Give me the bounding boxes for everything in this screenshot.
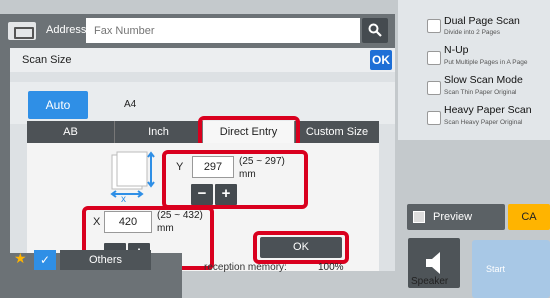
n-up-title[interactable]: N-Up <box>444 44 469 56</box>
others-button[interactable]: Others <box>60 250 151 270</box>
heavy-paper-title[interactable]: Heavy Paper Scan <box>444 104 532 116</box>
slow-scan-title[interactable]: Slow Scan Mode <box>444 74 523 86</box>
tab-custom-size[interactable]: Custom Size <box>295 121 379 143</box>
paper-dimension-icon <box>110 151 155 198</box>
x-range: (25 ~ 432) <box>157 210 203 221</box>
y-plus-button[interactable]: + <box>215 184 237 205</box>
speaker-icon <box>426 252 440 274</box>
tab-inch[interactable]: Inch <box>115 121 203 143</box>
speaker-label: Speaker <box>411 276 449 287</box>
y-range: (25 ~ 297) <box>239 156 285 167</box>
dual-page-scan-subtitle: Divide into 2 Pages <box>444 29 501 36</box>
address-book-icon[interactable] <box>8 22 36 40</box>
x-unit: mm <box>157 223 174 234</box>
search-button[interactable] <box>362 18 388 43</box>
n-up-checkbox[interactable] <box>427 51 441 65</box>
y-label: Y <box>176 161 184 173</box>
n-up-subtitle: Put Multiple Pages in A Page <box>444 59 528 66</box>
ok-button[interactable]: OK <box>260 237 342 258</box>
checkmark-icon[interactable]: ✓ <box>34 250 56 270</box>
heavy-paper-subtitle: Scan Heavy Paper Original <box>444 119 523 126</box>
dialog-title: Scan Size <box>22 54 72 66</box>
address-label: Address <box>46 24 87 36</box>
tab-ab[interactable]: AB <box>27 121 115 143</box>
left-strip <box>0 48 10 253</box>
search-icon <box>368 23 382 37</box>
memory-value: 100% <box>318 262 344 273</box>
fax-number-input[interactable] <box>86 18 360 43</box>
ca-button[interactable]: CA <box>508 204 550 230</box>
dual-page-scan-title[interactable]: Dual Page Scan <box>444 15 520 27</box>
current-size-label: A4 <box>124 99 137 110</box>
slow-scan-subtitle: Scan Thin Paper Original <box>444 89 517 96</box>
x-label: X <box>93 216 101 228</box>
heavy-paper-checkbox[interactable] <box>427 111 441 125</box>
start-button[interactable]: Start <box>472 240 550 298</box>
slow-scan-checkbox[interactable] <box>427 81 441 95</box>
memory-label: reception memory: <box>204 262 287 273</box>
x-marker: x <box>121 194 126 205</box>
preview-icon <box>413 211 425 223</box>
start-label: Start <box>486 264 506 274</box>
auto-button[interactable]: Auto <box>28 91 88 119</box>
dual-page-scan-checkbox[interactable] <box>427 19 441 33</box>
star-icon[interactable]: ★ <box>14 250 27 267</box>
y-unit: mm <box>239 169 256 180</box>
y-value-field[interactable]: 297 <box>192 156 234 178</box>
y-minus-button[interactable]: − <box>191 184 213 205</box>
x-value-field[interactable]: 420 <box>104 211 152 233</box>
preview-label: Preview <box>433 211 473 223</box>
dialog-ok-button[interactable]: OK <box>370 50 392 70</box>
